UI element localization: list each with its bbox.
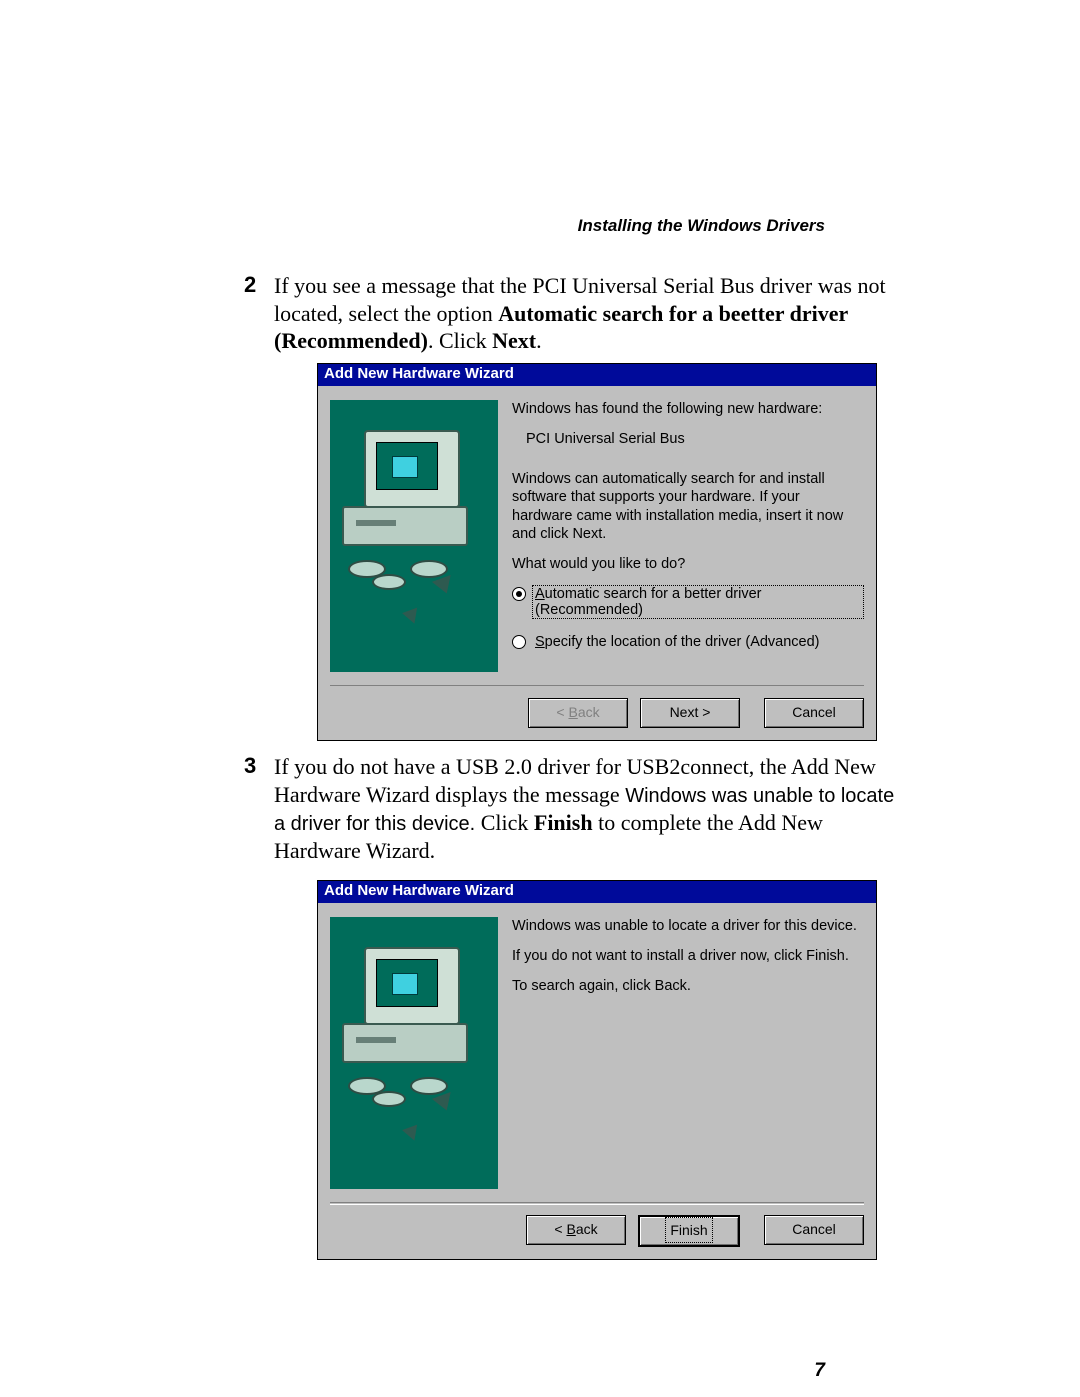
- computer-base-icon: [342, 506, 468, 546]
- label: Finish: [665, 1217, 712, 1243]
- wizard-text-pane: Windows was unable to locate a driver fo…: [512, 917, 864, 1201]
- unable-text: Windows was unable to locate a driver fo…: [512, 917, 864, 935]
- mnemonic: S: [535, 634, 545, 650]
- mnemonic: A: [535, 586, 545, 602]
- step-body: If you see a message that the PCI Univer…: [274, 272, 904, 355]
- disc-icon: [372, 1091, 406, 1107]
- running-header: Installing the Windows Drivers: [578, 216, 825, 236]
- step-3: 3 If you do not have a USB 2.0 driver fo…: [274, 753, 904, 864]
- wizard-dialog-2: Add New Hardware Wizard Windows was unab…: [317, 880, 877, 1260]
- back-button[interactable]: < Back: [526, 1215, 626, 1245]
- step-2: 2 If you see a message that the PCI Univ…: [274, 272, 904, 355]
- prompt-text: What would you like to do?: [512, 555, 864, 573]
- arrow-icon: [432, 575, 456, 597]
- arrow-icon: [402, 1125, 422, 1144]
- arrow-icon: [432, 1092, 456, 1114]
- wizard-artwork: [330, 917, 498, 1189]
- text: Click: [475, 810, 534, 835]
- wizard-body: Windows has found the following new hard…: [318, 386, 876, 740]
- auto-text: Windows can automatically search for and…: [512, 470, 864, 543]
- radio-label: pecify the location of the driver (Advan…: [545, 634, 820, 650]
- button-bar: < Back Next > Cancel: [330, 685, 864, 728]
- computer-base-icon: [342, 1023, 468, 1063]
- t: <: [554, 1221, 566, 1237]
- t: ack: [578, 704, 600, 720]
- device-name: PCI Universal Serial Bus: [512, 430, 864, 448]
- bold-text: Finish: [534, 810, 593, 835]
- page-number: 7: [814, 1360, 825, 1382]
- wizard-artwork: [330, 400, 498, 672]
- titlebar: Add New Hardware Wizard: [318, 881, 876, 903]
- cancel-button[interactable]: Cancel: [764, 698, 864, 728]
- page: Installing the Windows Drivers 2 If you …: [0, 0, 1080, 1397]
- button-bar: < Back Finish Cancel: [330, 1202, 864, 1247]
- step-body: If you do not have a USB 2.0 driver for …: [274, 753, 904, 864]
- text: . Click: [428, 328, 492, 353]
- wizard-dialog-1: Add New Hardware Wizard Windows has foun…: [317, 363, 877, 741]
- monitor-icon: [364, 430, 460, 508]
- text: .: [536, 328, 542, 353]
- finish-button[interactable]: Finish: [638, 1215, 740, 1247]
- radio-label: utomatic search for a better driver (Rec…: [535, 586, 761, 618]
- monitor-icon: [364, 947, 460, 1025]
- search-again-text: To search again, click Back.: [512, 977, 864, 995]
- note-text: If you do not want to install a driver n…: [512, 947, 864, 965]
- wizard-body: Windows was unable to locate a driver fo…: [318, 903, 876, 1259]
- found-label: Windows has found the following new hard…: [512, 400, 864, 418]
- next-button[interactable]: Next >: [640, 698, 740, 728]
- bold-text: Next: [492, 328, 536, 353]
- titlebar: Add New Hardware Wizard: [318, 364, 876, 386]
- t: ack: [576, 1221, 598, 1237]
- arrow-icon: [402, 608, 422, 627]
- step-number: 2: [244, 272, 256, 298]
- disc-icon: [410, 560, 448, 578]
- wizard-text-pane: Windows has found the following new hard…: [512, 400, 864, 682]
- back-button: < Back: [528, 698, 628, 728]
- cancel-button[interactable]: Cancel: [764, 1215, 864, 1245]
- disc-icon: [410, 1077, 448, 1095]
- step-number: 3: [244, 753, 256, 779]
- radio-dot-icon: [512, 587, 526, 601]
- disc-icon: [372, 574, 406, 590]
- radio-specify-location[interactable]: Specify the location of the driver (Adva…: [512, 633, 864, 651]
- t: B: [568, 704, 577, 720]
- radio-dot-icon: [512, 635, 526, 649]
- radio-automatic-search[interactable]: Automatic search for a better driver (Re…: [512, 585, 864, 619]
- t: B: [566, 1221, 575, 1237]
- t: <: [556, 704, 568, 720]
